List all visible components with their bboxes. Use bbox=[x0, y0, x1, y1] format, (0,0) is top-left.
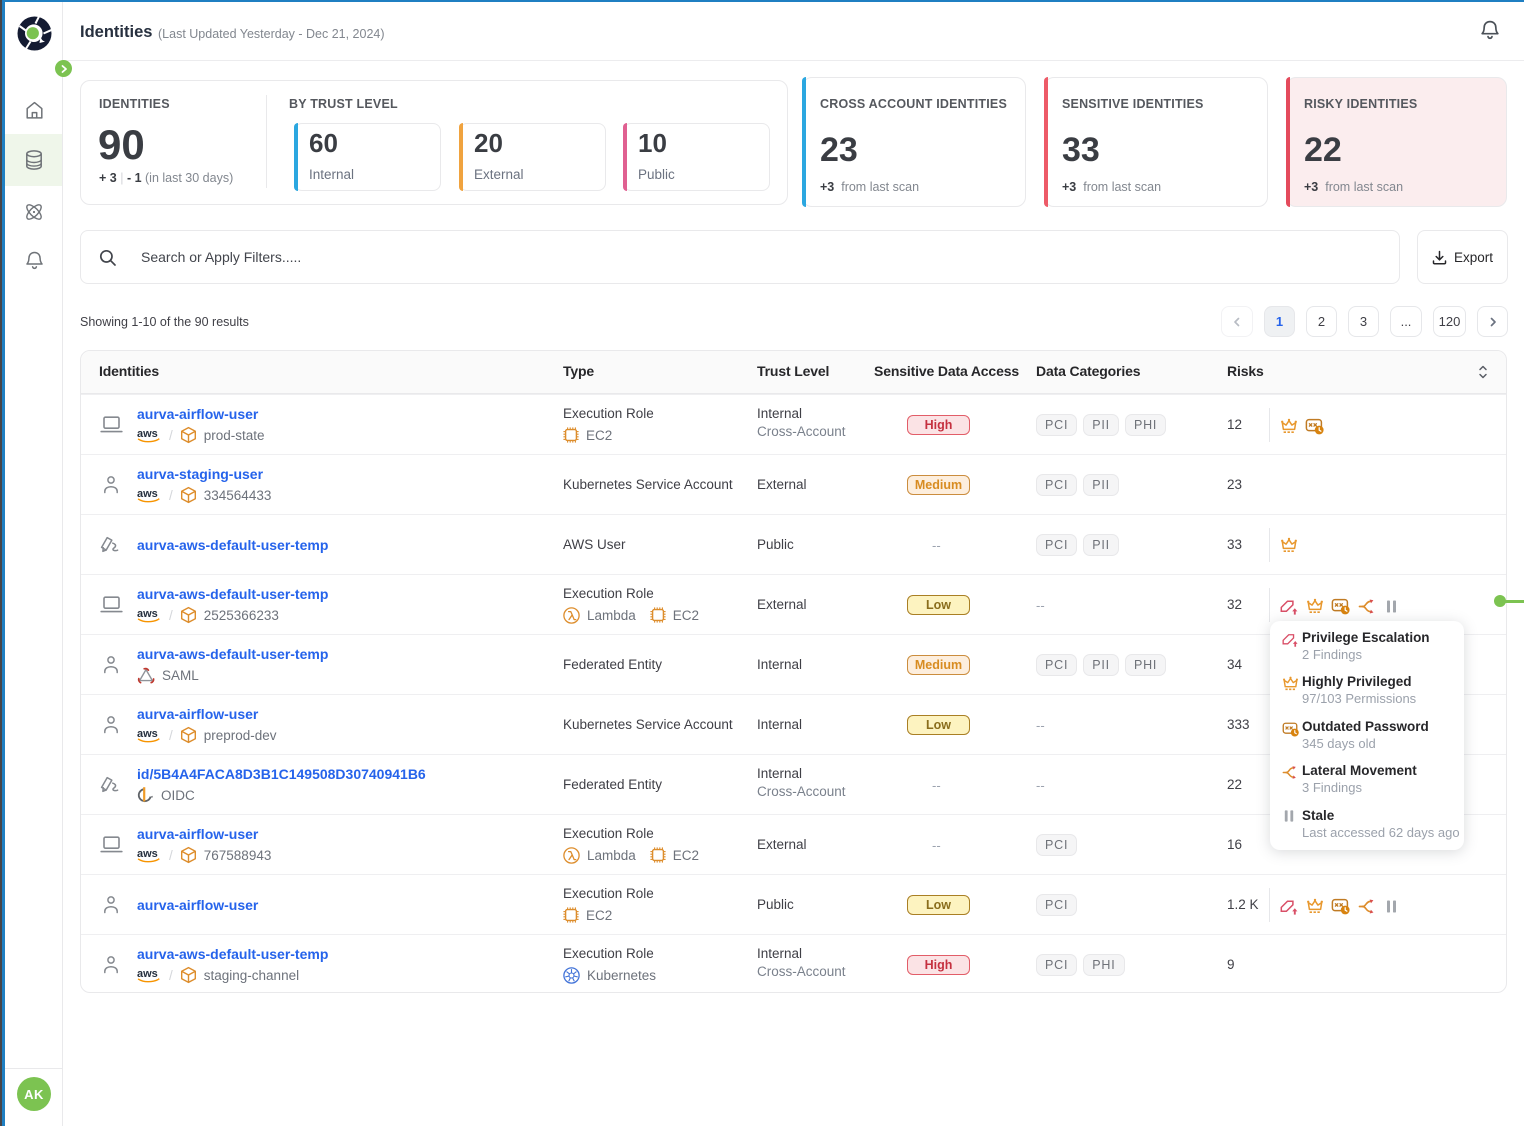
svg-text:aws: aws bbox=[137, 968, 158, 980]
svg-text:aws: aws bbox=[137, 848, 158, 860]
svg-text:aws: aws bbox=[137, 608, 158, 620]
svg-text:aws: aws bbox=[137, 728, 158, 740]
svg-text:aws: aws bbox=[137, 428, 158, 440]
svg-text:aws: aws bbox=[137, 488, 158, 500]
